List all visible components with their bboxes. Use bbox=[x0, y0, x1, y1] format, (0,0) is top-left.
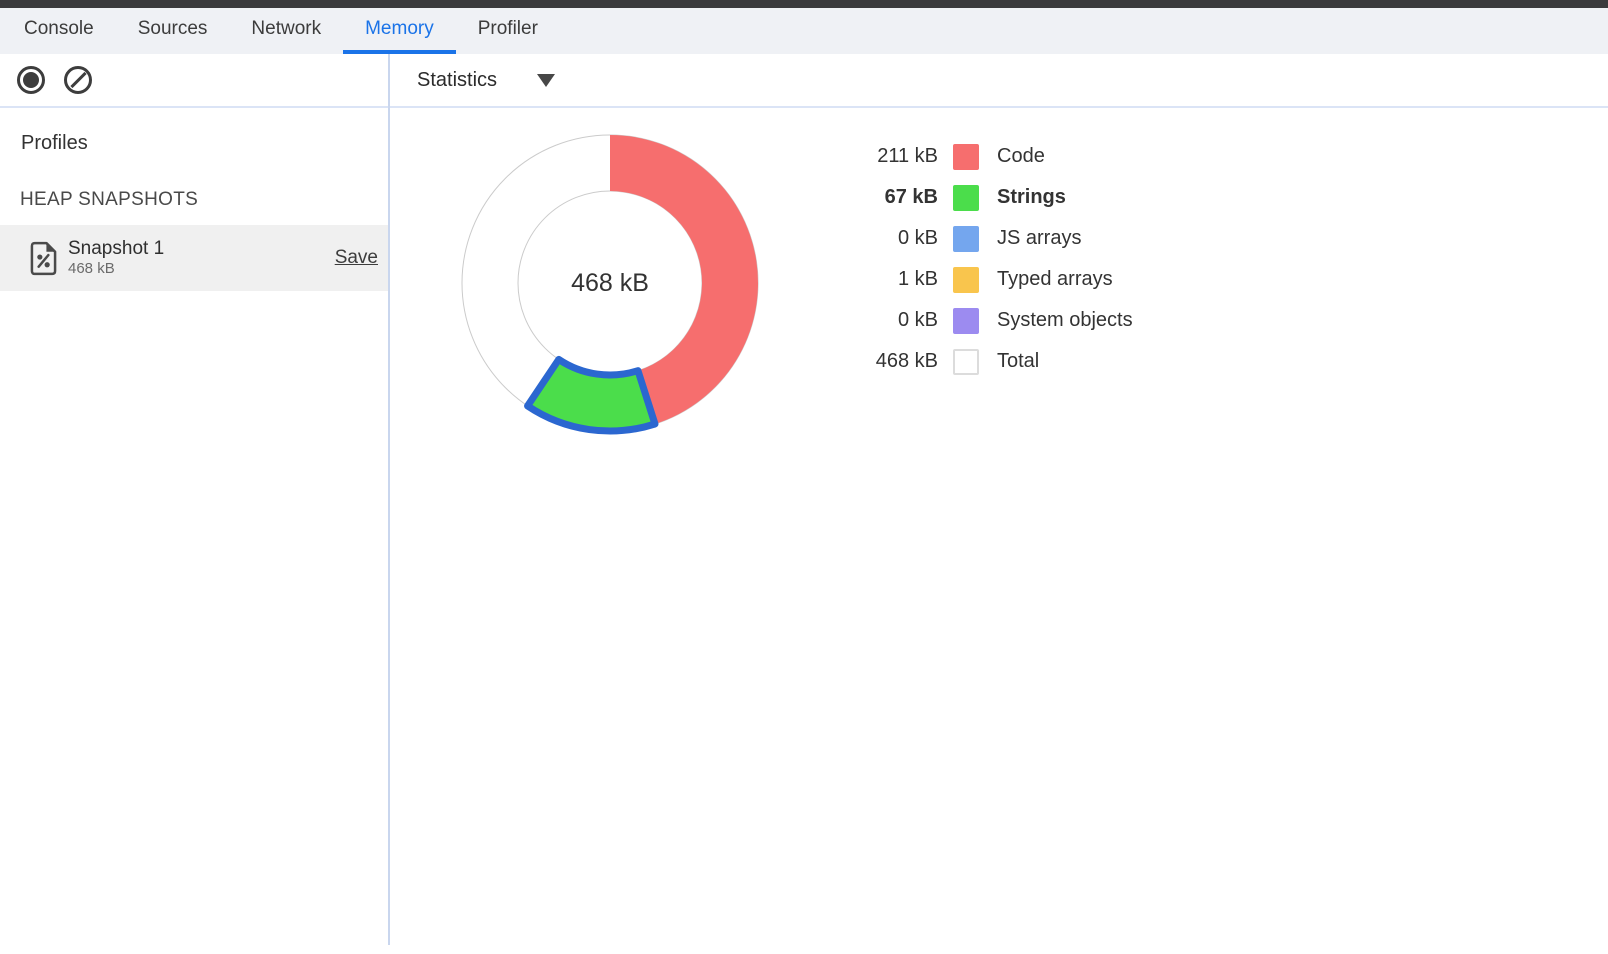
record-icon bbox=[17, 66, 45, 94]
legend-row-system-objects[interactable]: 0 kB System objects bbox=[858, 300, 1133, 341]
legend-row-typed-arrays[interactable]: 1 kB Typed arrays bbox=[858, 259, 1133, 300]
legend-swatch-js-arrays bbox=[953, 226, 979, 252]
tab-network[interactable]: Network bbox=[229, 8, 343, 54]
snapshot-title: Snapshot 1 bbox=[68, 238, 335, 259]
snapshot-item[interactable]: Snapshot 1 468 kB Save bbox=[0, 225, 388, 291]
legend-swatch-typed-arrays bbox=[953, 267, 979, 293]
donut-center-label: 468 kB bbox=[571, 269, 649, 297]
legend-label-system-objects: System objects bbox=[997, 309, 1133, 332]
top-chrome-bar bbox=[0, 0, 1608, 8]
heap-legend: 211 kB Code 67 kB Strings 0 kB JS arrays 1 kB T… bbox=[858, 136, 1133, 382]
profiler-toolbar: Statistics bbox=[0, 54, 1608, 108]
profiles-sidebar: Profiles HEAP SNAPSHOTS Snapshot 1 468 k… bbox=[0, 108, 388, 954]
legend-row-total[interactable]: 468 kB Total bbox=[858, 341, 1133, 382]
devtools-window: ConsoleSourcesNetworkMemoryProfiler Stat… bbox=[0, 0, 1608, 954]
legend-label-total: Total bbox=[997, 350, 1039, 373]
tab-memory[interactable]: Memory bbox=[343, 8, 456, 54]
toolbar-left-group bbox=[17, 54, 92, 106]
clear-profiles-button[interactable] bbox=[64, 66, 92, 94]
panel-tab-bar: ConsoleSourcesNetworkMemoryProfiler bbox=[0, 8, 1608, 54]
statistics-dropdown-label: Statistics bbox=[417, 69, 497, 92]
legend-swatch-strings bbox=[953, 185, 979, 211]
legend-swatch-system-objects bbox=[953, 308, 979, 334]
tab-sources[interactable]: Sources bbox=[116, 8, 230, 54]
legend-value-total: 468 kB bbox=[858, 350, 938, 373]
legend-swatch-code bbox=[953, 144, 979, 170]
snapshot-size: 468 kB bbox=[68, 261, 335, 278]
legend-value-system-objects: 0 kB bbox=[858, 309, 938, 332]
clear-icon bbox=[64, 66, 92, 94]
legend-label-code: Code bbox=[997, 145, 1045, 168]
legend-label-js-arrays: JS arrays bbox=[997, 227, 1081, 250]
legend-row-js-arrays[interactable]: 0 kB JS arrays bbox=[858, 218, 1133, 259]
legend-value-js-arrays: 0 kB bbox=[858, 227, 938, 250]
save-snapshot-link[interactable]: Save bbox=[335, 247, 378, 269]
legend-label-typed-arrays: Typed arrays bbox=[997, 268, 1113, 291]
legend-value-typed-arrays: 1 kB bbox=[858, 268, 938, 291]
statistics-dropdown[interactable]: Statistics bbox=[417, 54, 555, 106]
record-heap-snapshot-button[interactable] bbox=[17, 66, 45, 94]
legend-row-code[interactable]: 211 kB Code bbox=[858, 136, 1133, 177]
chevron-down-icon bbox=[537, 74, 555, 87]
heap-snapshots-header: HEAP SNAPSHOTS bbox=[20, 189, 198, 211]
statistics-panel: 468 kB 211 kB Code 67 kB Strings 0 kB JS arra… bbox=[390, 108, 1608, 954]
legend-value-code: 211 kB bbox=[858, 145, 938, 168]
tab-console[interactable]: Console bbox=[2, 8, 116, 54]
heap-donut-chart: 468 kB bbox=[450, 123, 770, 443]
legend-swatch-total bbox=[953, 349, 979, 375]
snapshot-text: Snapshot 1 468 kB bbox=[68, 238, 335, 278]
heap-snapshot-file-icon bbox=[30, 241, 57, 276]
donut-slice-strings[interactable] bbox=[528, 359, 655, 431]
legend-row-strings[interactable]: 67 kB Strings bbox=[858, 177, 1133, 218]
legend-value-strings: 67 kB bbox=[858, 186, 938, 209]
tab-profiler[interactable]: Profiler bbox=[456, 8, 560, 54]
legend-label-strings: Strings bbox=[997, 186, 1066, 209]
profiles-title: Profiles bbox=[21, 132, 88, 155]
